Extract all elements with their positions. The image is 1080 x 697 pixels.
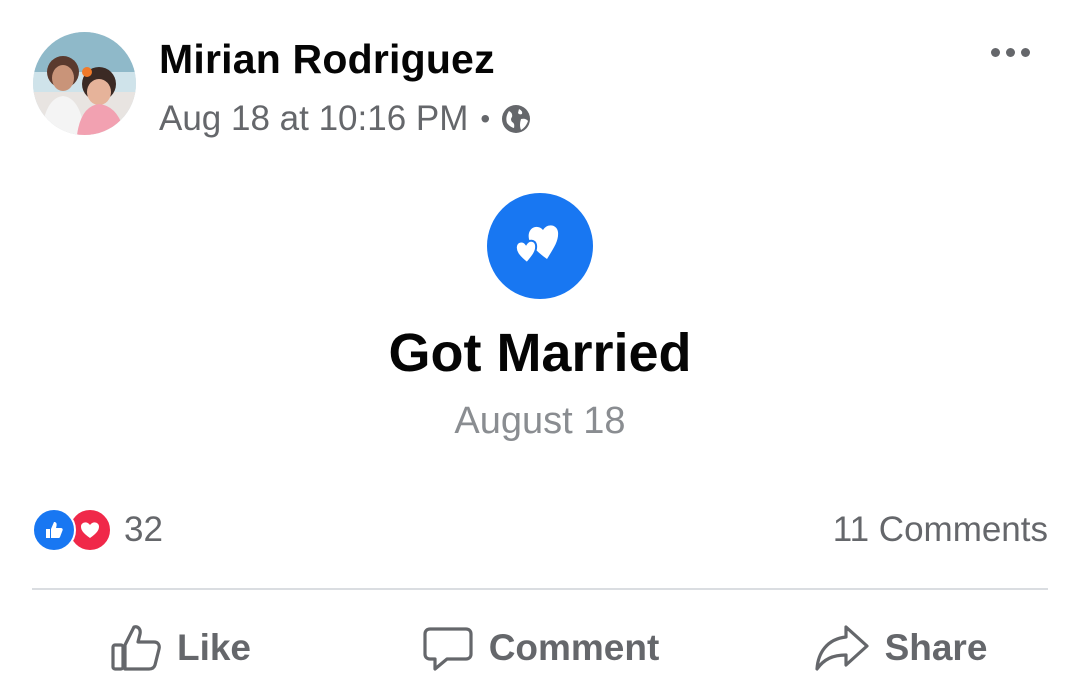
comment-bubble-icon	[423, 626, 473, 671]
life-event-date: August 18	[454, 400, 626, 442]
more-horizontal-icon	[990, 47, 1000, 57]
post-meta: Aug 18 at 10:16 PM •	[159, 97, 532, 141]
avatar-photo	[33, 32, 136, 135]
more-options-button[interactable]	[980, 34, 1040, 70]
action-bar: Like Comment Share	[0, 600, 1080, 695]
reaction-count: 32	[124, 510, 163, 549]
divider	[32, 588, 1048, 590]
author-name[interactable]: Mirian Rodriguez	[159, 36, 495, 83]
post-card: Mirian Rodriguez Aug 18 at 10:16 PM • Go…	[0, 0, 1080, 697]
hearts-icon	[514, 225, 559, 265]
reactions-summary[interactable]: 32	[32, 508, 163, 552]
meta-separator: •	[480, 103, 491, 134]
thumbs-up-icon	[111, 624, 161, 671]
share-button[interactable]: Share	[720, 600, 1080, 695]
author-avatar[interactable]	[33, 32, 136, 135]
like-button[interactable]: Like	[0, 600, 360, 695]
post-timestamp[interactable]: Aug 18 at 10:16 PM	[159, 99, 468, 139]
comment-button[interactable]: Comment	[360, 600, 720, 695]
like-label: Like	[176, 626, 252, 668]
share-arrow-icon	[814, 624, 869, 671]
life-event-icon	[487, 193, 593, 299]
comments-count[interactable]: 11 Comments	[833, 508, 1048, 552]
like-reaction-icon	[32, 508, 76, 552]
comment-label: Comment	[488, 626, 660, 668]
life-event-title: Got Married	[388, 323, 692, 383]
globe-icon[interactable]	[500, 103, 532, 135]
share-label: Share	[884, 626, 988, 668]
